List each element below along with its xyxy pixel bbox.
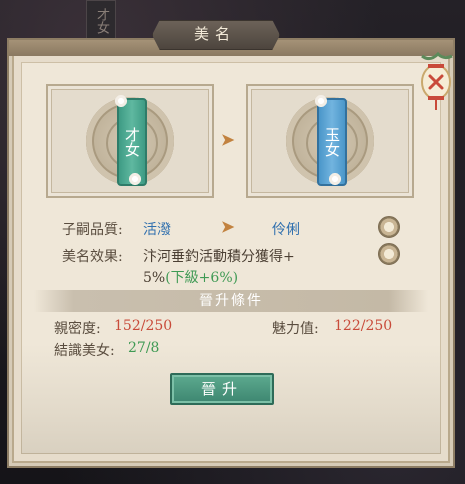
quality-current-value: 活潑 xyxy=(143,222,171,238)
effect-value: 5% xyxy=(143,270,166,286)
current-rank-label: 才女 xyxy=(123,127,141,157)
intimacy-label: 親密度: xyxy=(54,321,101,337)
beauties-label: 結識美女: xyxy=(54,343,115,359)
effect-info-button[interactable] xyxy=(378,243,400,265)
close-lantern-button[interactable] xyxy=(416,51,456,112)
quality-label: 子嗣品質: xyxy=(62,222,123,238)
charm-label: 魅力值: xyxy=(272,321,319,337)
effect-text: 汴河垂釣活動積分獲得+ xyxy=(143,249,295,265)
lantern-close-icon xyxy=(421,51,453,110)
flower-icon xyxy=(328,172,342,186)
flower-icon xyxy=(114,94,128,108)
background-tab: 才女 xyxy=(86,0,116,42)
quality-arrow-icon: ➤ xyxy=(221,217,235,236)
quality-info-button[interactable] xyxy=(378,216,400,238)
current-rank-card: 才女 xyxy=(46,84,214,198)
beauties-value: 27/8 xyxy=(128,340,160,356)
effect-label: 美名效果: xyxy=(62,249,123,265)
flower-icon xyxy=(128,172,142,186)
next-rank-card: 玉女 xyxy=(246,84,414,198)
next-rank-label: 玉女 xyxy=(323,127,341,157)
flower-icon xyxy=(314,94,328,108)
charm-value: 122/250 xyxy=(334,318,393,334)
conditions-header: 晉升條件 xyxy=(34,290,428,312)
panel-title: 美名 xyxy=(193,25,236,43)
effect-next-value: (下級+6%) xyxy=(165,270,239,286)
intimacy-value: 152/250 xyxy=(114,318,173,334)
effect-value-line: 5%(下級+6%) xyxy=(143,267,238,287)
quality-next-value: 伶俐 xyxy=(272,222,300,238)
upgrade-button[interactable]: 晉升 xyxy=(170,373,274,405)
upgrade-arrow-icon: ➤ xyxy=(221,130,235,149)
